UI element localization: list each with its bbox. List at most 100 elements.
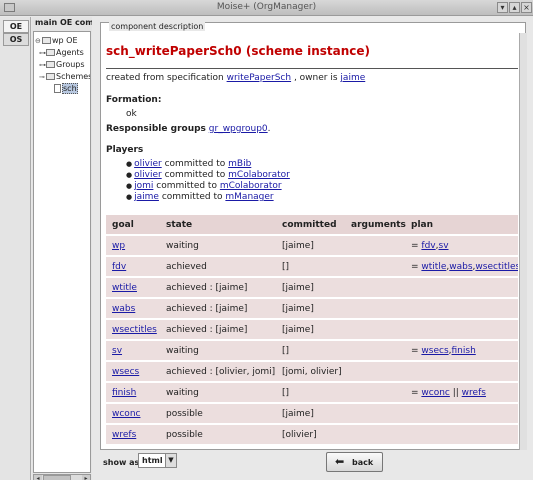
tree-node-sch[interactable]: sch: [54, 83, 78, 94]
player-mission-link[interactable]: mColaborator: [220, 181, 282, 191]
tree-node-agents[interactable]: ⊶ Agents: [39, 47, 84, 58]
goal-state: possible: [166, 430, 203, 440]
tree-panel: main OE com ⊖ wp OE ⊶ Agents ⊶ Groups ⊸ Sche…: [32, 17, 92, 480]
goal-state: achieved : [jaime]: [166, 325, 248, 335]
player-item: ● olivier committed to mBib: [126, 159, 252, 169]
content-vertical-scrollbar[interactable]: [519, 33, 527, 450]
goal-link[interactable]: sv: [112, 346, 122, 356]
goal-committed: [jomi, olivier]: [282, 367, 342, 377]
player-item: ● olivier committed to mColaborator: [126, 170, 290, 180]
responsible-line: Responsible groups gr_wpgroup0.: [106, 124, 271, 134]
goal-state: possible: [166, 409, 203, 419]
plan-subgoal-link[interactable]: sv: [439, 241, 449, 251]
goal-link[interactable]: wconc: [112, 409, 140, 419]
maximize-icon[interactable]: ▴: [509, 2, 520, 13]
column-header-plan: plan: [411, 220, 434, 230]
oe-tree[interactable]: ⊖ wp OE ⊶ Agents ⊶ Groups ⊸ Schemes sch: [33, 31, 91, 473]
spec-link[interactable]: writePaperSch: [227, 73, 291, 83]
tree-header: main OE com: [35, 18, 92, 27]
player-agent-link[interactable]: olivier: [134, 159, 162, 169]
scroll-left-icon[interactable]: ◂: [34, 475, 42, 480]
component-description-box: component description sch_writePaperSch0…: [100, 22, 527, 450]
plan-subgoal-link[interactable]: wsecs: [421, 346, 448, 356]
player-agent-link[interactable]: olivier: [134, 170, 162, 180]
plan-subgoal-link[interactable]: wconc: [421, 388, 449, 398]
formation-label: Formation:: [106, 95, 162, 105]
plan-subgoal-link[interactable]: wtitle: [421, 262, 446, 272]
bullet-icon: ●: [126, 193, 133, 201]
goal-committed: [jaime]: [282, 304, 314, 314]
goal-row: wrefs possible [olivier]: [106, 425, 518, 444]
goal-row: wsectitles achieved : [jaime] [jaime]: [106, 320, 518, 339]
tree-node-schemes[interactable]: ⊸ Schemes: [39, 71, 90, 83]
goal-plan: = wconc || wrefs: [411, 388, 486, 398]
goal-link[interactable]: fdv: [112, 262, 126, 272]
goal-state: achieved : [jaime]: [166, 304, 248, 314]
goal-link[interactable]: wp: [112, 241, 125, 251]
plan-subgoal-link[interactable]: wabs: [449, 262, 472, 272]
owner-link[interactable]: jaime: [340, 73, 365, 83]
goal-committed: []: [282, 388, 290, 398]
player-agent-link[interactable]: jaime: [134, 192, 159, 202]
goal-state: achieved: [166, 262, 207, 272]
plan-subgoal-link[interactable]: fdv: [421, 241, 435, 251]
goal-link[interactable]: wsecs: [112, 367, 139, 377]
bullet-icon: ●: [126, 160, 133, 168]
responsible-group-link[interactable]: gr_wpgroup0: [209, 124, 268, 134]
created-line: created from specification writePaperSch…: [106, 73, 366, 83]
scroll-right-icon[interactable]: ▸: [82, 475, 90, 480]
plan-subgoal-link[interactable]: finish: [452, 346, 476, 356]
vertical-tab-strip: OE OS: [0, 17, 31, 480]
goal-plan: = wsecs,finish: [411, 346, 476, 356]
goal-link[interactable]: wrefs: [112, 430, 136, 440]
back-arrow-icon: ⬅: [335, 455, 345, 468]
chevron-down-icon[interactable]: ▼: [165, 454, 176, 467]
goal-link[interactable]: wabs: [112, 304, 135, 314]
formation-value: ok: [126, 109, 137, 119]
document-icon: [54, 84, 61, 93]
goal-state: waiting: [166, 388, 199, 398]
player-mission-link[interactable]: mColaborator: [228, 170, 290, 180]
expand-toggle-icon[interactable]: ⊶: [39, 48, 46, 59]
show-as-select[interactable]: html ▼: [138, 453, 177, 468]
player-item: ● jomi committed to mColaborator: [126, 181, 282, 191]
tree-horizontal-scrollbar[interactable]: ◂ ▸: [33, 474, 91, 480]
tab-oe[interactable]: OE: [3, 20, 29, 33]
close-icon[interactable]: ×: [521, 2, 532, 13]
bullet-icon: ●: [126, 171, 133, 179]
show-as-label: show as: [103, 458, 140, 467]
expand-toggle-icon[interactable]: ⊶: [39, 60, 46, 71]
back-button[interactable]: ⬅ back: [326, 452, 383, 472]
minimize-icon[interactable]: ▾: [497, 2, 508, 13]
player-mission-link[interactable]: mManager: [225, 192, 273, 202]
goal-committed: [olivier]: [282, 430, 317, 440]
column-header-committed: committed: [282, 220, 337, 230]
player-agent-link[interactable]: jomi: [134, 181, 153, 191]
goal-link[interactable]: wsectitles: [112, 325, 157, 335]
plan-subgoal-link[interactable]: wrefs: [462, 388, 486, 398]
player-item: ● jaime committed to mManager: [126, 192, 274, 202]
goal-row: fdv achieved [] = wtitle,wabs,wsectitles: [106, 257, 518, 276]
goal-link[interactable]: wtitle: [112, 283, 137, 293]
scroll-thumb[interactable]: [43, 475, 71, 480]
folder-icon: [42, 37, 51, 44]
goal-state: waiting: [166, 241, 199, 251]
player-mission-link[interactable]: mBib: [228, 159, 251, 169]
collapse-toggle-icon[interactable]: ⊖: [35, 36, 42, 47]
goal-link[interactable]: finish: [112, 388, 136, 398]
bullet-icon: ●: [126, 182, 133, 190]
goal-row: wtitle achieved : [jaime] [jaime]: [106, 278, 518, 297]
tab-os[interactable]: OS: [3, 33, 29, 46]
plan-subgoal-link[interactable]: wsectitles: [475, 262, 518, 272]
folder-icon: [46, 49, 55, 56]
goal-committed: [jaime]: [282, 241, 314, 251]
goal-row: sv waiting [] = wsecs,finish: [106, 341, 518, 360]
tree-node-groups[interactable]: ⊶ Groups: [39, 59, 85, 70]
collapse-toggle-icon[interactable]: ⊸: [39, 72, 46, 83]
column-header-arguments: arguments: [351, 220, 406, 230]
title-divider: [106, 68, 518, 69]
goal-committed: [jaime]: [282, 409, 314, 419]
window-title: Moise+ (OrgManager): [216, 2, 317, 12]
tree-node-wp-oe[interactable]: ⊖ wp OE: [35, 35, 78, 46]
scheme-title: sch_writePaperSch0 (scheme instance): [106, 44, 370, 58]
